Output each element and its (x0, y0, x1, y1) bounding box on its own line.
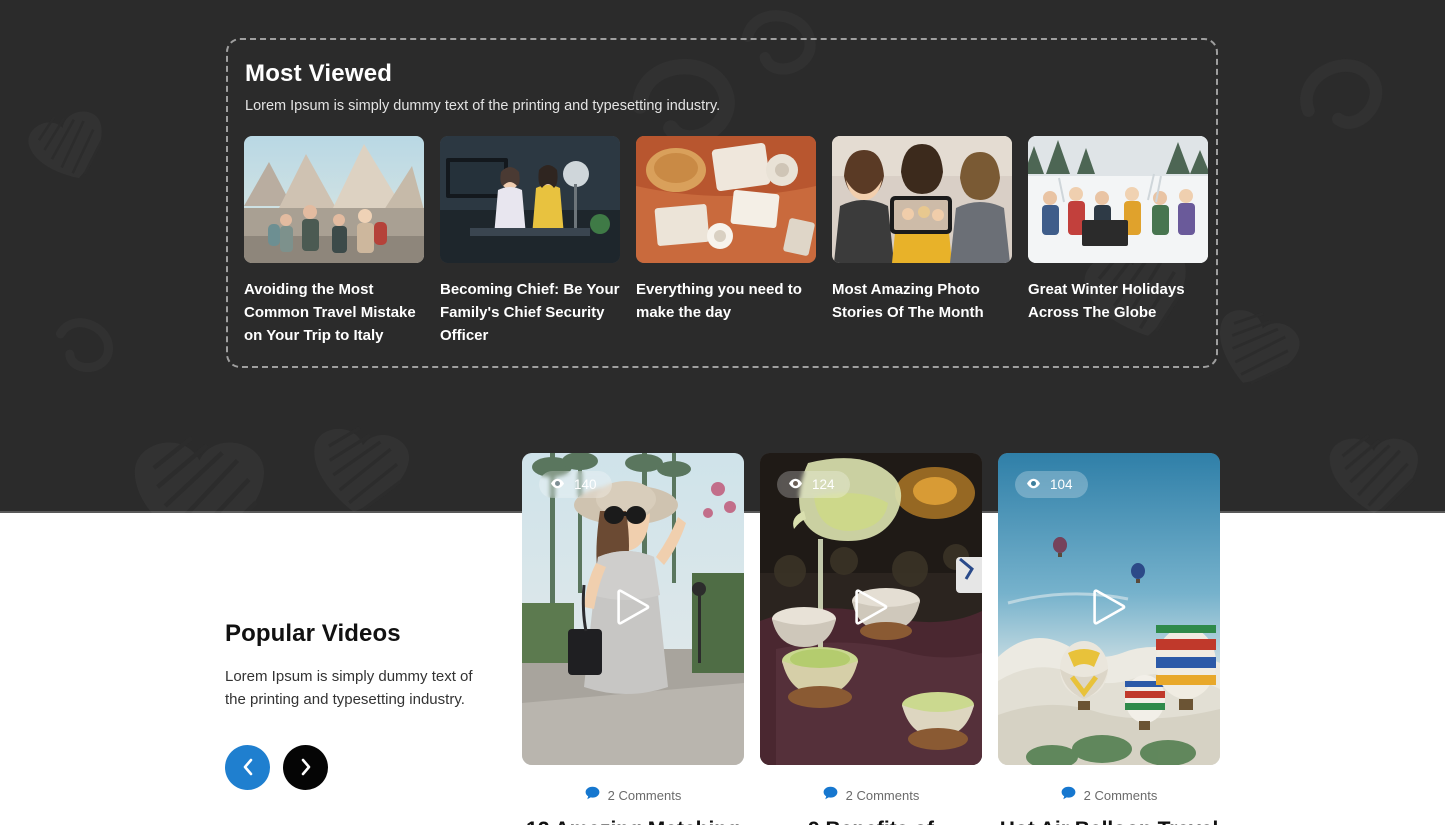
most-viewed-card[interactable]: Everything you need to make the day (636, 136, 816, 347)
card-title: Most Amazing Photo Stories Of The Month (832, 279, 1012, 325)
video-comment-meta: 2 Comments (998, 786, 1220, 805)
view-count-value: 140 (574, 477, 597, 492)
play-triangle-icon (848, 617, 894, 634)
card-title: Great Winter Holidays Across The Globe (1028, 279, 1208, 325)
page-title: Most Viewed (245, 60, 1200, 88)
popular-videos-intro: Popular Videos Lorem Ipsum is simply dum… (225, 620, 485, 790)
most-viewed-card[interactable]: Most Amazing Photo Stories Of The Month (832, 136, 1012, 347)
video-thumbnail-green-tea-pouring[interactable]: 124 (760, 453, 982, 765)
comment-bubble-icon (585, 786, 600, 805)
most-viewed-card[interactable]: Becoming Chief: Be Your Family's Chief S… (440, 136, 620, 347)
play-button[interactable] (1086, 584, 1132, 635)
video-title: Hot Air Balloon Travel (998, 816, 1220, 825)
carousel-prev-button[interactable] (225, 745, 270, 790)
comment-count-label: 2 Comments (1084, 788, 1158, 803)
video-comment-meta: 2 Comments (522, 786, 744, 805)
view-count-badge: 104 (1015, 471, 1088, 498)
card-thumbnail-studio-two-women[interactable] (440, 136, 620, 263)
chevron-right-icon (299, 758, 313, 776)
view-count-value: 104 (1050, 477, 1073, 492)
card-thumbnail-picnic-flatlay[interactable] (636, 136, 816, 263)
page-root: Most Viewed Lorem Ipsum is simply dummy … (0, 0, 1445, 825)
comment-bubble-icon (1061, 786, 1076, 805)
play-button[interactable] (848, 584, 894, 635)
card-title: Becoming Chief: Be Your Family's Chief S… (440, 279, 620, 347)
video-thumbnail-woman-hat-palm-street[interactable]: 140 (522, 453, 744, 765)
section-subtitle: Lorem Ipsum is simply dummy text of the … (225, 665, 485, 712)
comment-bubble-icon (823, 786, 838, 805)
card-thumbnail-hikers-mountains[interactable] (244, 136, 424, 263)
most-viewed-card-list: Avoiding the Most Common Travel Mistake … (244, 136, 1200, 347)
video-comment-meta: 2 Comments (760, 786, 982, 805)
card-title: Everything you need to make the day (636, 279, 816, 325)
play-triangle-icon (610, 617, 656, 634)
video-thumbnail-hot-air-balloons[interactable]: 104 (998, 453, 1220, 765)
eye-icon (1026, 476, 1041, 494)
comment-count-label: 2 Comments (608, 788, 682, 803)
chevron-left-icon (241, 758, 255, 776)
play-triangle-icon (1086, 617, 1132, 634)
video-card[interactable]: 104 2 Comments Hot Air (998, 453, 1220, 825)
video-card[interactable]: 124 2 Comments 9 Benef (760, 453, 982, 825)
eye-icon (788, 476, 803, 494)
play-button[interactable] (610, 584, 656, 635)
most-viewed-card[interactable]: Great Winter Holidays Across The Globe (1028, 136, 1208, 347)
view-count-badge: 140 (539, 471, 612, 498)
eye-icon (550, 476, 565, 494)
popular-videos-list: 140 2 Comments 12 Amaz (522, 453, 1220, 825)
view-count-badge: 124 (777, 471, 850, 498)
carousel-nav (225, 745, 485, 790)
video-title: 12 Amazing Matching (522, 816, 744, 825)
section-title: Popular Videos (225, 620, 485, 648)
comment-count-label: 2 Comments (846, 788, 920, 803)
carousel-next-button[interactable] (283, 745, 328, 790)
most-viewed-panel: Most Viewed Lorem Ipsum is simply dummy … (226, 38, 1218, 368)
card-title: Avoiding the Most Common Travel Mistake … (244, 279, 424, 347)
video-card[interactable]: 140 2 Comments 12 Amaz (522, 453, 744, 825)
card-thumbnail-friends-selfie[interactable] (832, 136, 1012, 263)
page-subtitle: Lorem Ipsum is simply dummy text of the … (245, 98, 1200, 114)
most-viewed-card[interactable]: Avoiding the Most Common Travel Mistake … (244, 136, 424, 347)
hero-dark-section: Most Viewed Lorem Ipsum is simply dummy … (0, 0, 1445, 513)
view-count-value: 124 (812, 477, 835, 492)
card-thumbnail-winter-ski-group[interactable] (1028, 136, 1208, 263)
video-title: 9 Benefits of GreenTea (760, 816, 982, 825)
